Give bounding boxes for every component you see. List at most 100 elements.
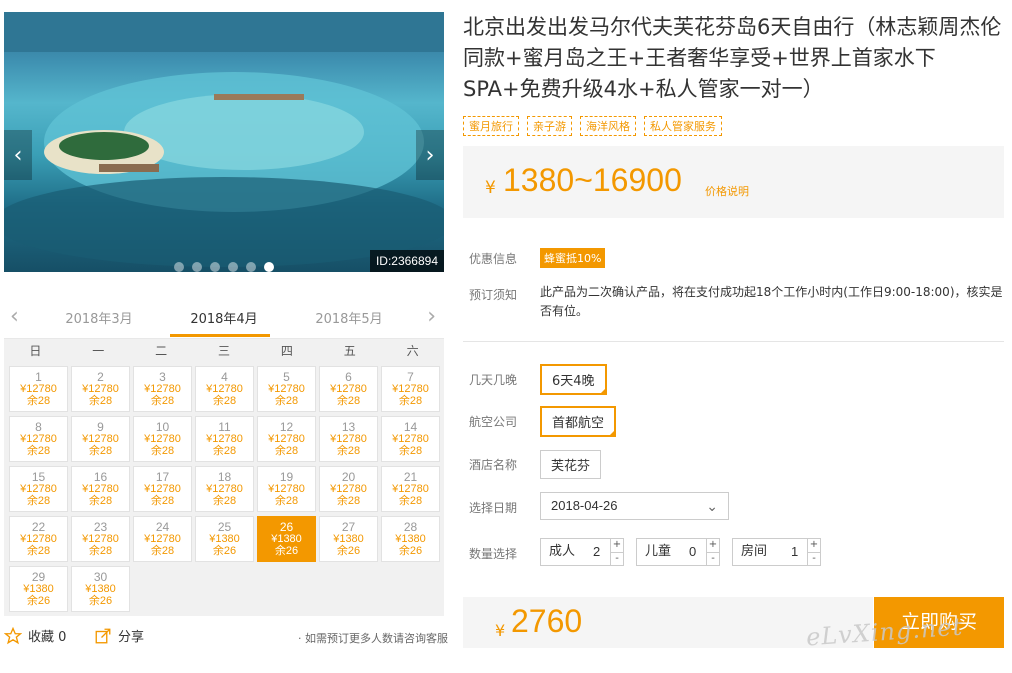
hotel-label: 酒店名称 xyxy=(469,458,518,472)
adult-value[interactable]: 2 xyxy=(593,539,600,565)
gallery-prev-button[interactable]: ‹ xyxy=(4,130,32,180)
adult-minus-button[interactable]: - xyxy=(611,552,623,565)
room-stepper[interactable]: 房间 1 + - xyxy=(732,538,821,566)
weekday-label: 日 xyxy=(29,344,42,358)
calendar-day[interactable]: 11 ¥12780 余28 xyxy=(195,416,254,462)
calendar-day[interactable]: 13 ¥12780 余28 xyxy=(319,416,378,462)
calendar-day[interactable]: 30 ¥1380 余26 xyxy=(71,566,130,612)
calendar-day-day: 17 xyxy=(155,470,170,484)
calendar-day-price: ¥1380 xyxy=(23,583,54,595)
calendar-prev-icon[interactable]: ‹ xyxy=(10,304,19,329)
calendar-day-stock: 余28 xyxy=(274,445,299,457)
calendar-grid: 1 ¥12780 余28 2 ¥12780 余28 3 ¥12780 余28 4 ¥12780 余28… xyxy=(4,362,444,616)
calendar-day[interactable]: 20 ¥12780 余28 xyxy=(319,466,378,512)
calendar-day-day: 29 xyxy=(31,570,46,584)
calendar-day-day: 9 xyxy=(97,420,104,434)
gallery-dot[interactable] xyxy=(210,262,220,272)
calendar-day[interactable]: 8 ¥12780 余28 xyxy=(9,416,68,462)
child-minus-button[interactable]: - xyxy=(707,552,719,565)
favorite-label: 收藏 0 xyxy=(28,630,67,645)
adult-stepper[interactable]: 成人 2 + - xyxy=(540,538,624,566)
hotel-option[interactable]: 芙花芬 xyxy=(540,450,602,479)
calendar-next-icon[interactable]: › xyxy=(427,304,436,329)
child-value[interactable]: 0 xyxy=(689,539,696,565)
calendar-day[interactable]: 4 ¥12780 余28 xyxy=(195,366,254,412)
calendar-day-price: ¥12780 xyxy=(20,383,57,395)
calendar-day-price: ¥12780 xyxy=(392,433,429,445)
calendar-day[interactable]: 14 ¥12780 余28 xyxy=(381,416,440,462)
calendar-day[interactable]: 21 ¥12780 余28 xyxy=(381,466,440,512)
product-tag: 私人管家服务 xyxy=(644,116,722,136)
adult-plus-button[interactable]: + xyxy=(611,539,623,552)
child-stepper[interactable]: 儿童 0 + - xyxy=(636,538,720,566)
gallery-next-button[interactable]: › xyxy=(416,130,444,180)
gallery-dot[interactable] xyxy=(174,262,184,272)
calendar-day-price: ¥12780 xyxy=(20,533,57,545)
calendar-day-day: 24 xyxy=(155,520,170,534)
calendar-day[interactable]: 28 ¥1380 余26 xyxy=(381,516,440,562)
calendar-day-price: ¥12780 xyxy=(82,533,119,545)
calendar-day-price: ¥12780 xyxy=(206,433,243,445)
calendar-day-stock: 余26 xyxy=(274,545,299,557)
calendar-day-day: 18 xyxy=(217,470,232,484)
airline-option[interactable]: 首都航空 xyxy=(540,406,617,437)
product-tag: 亲子游 xyxy=(527,116,572,136)
favorite-button[interactable]: 收藏 0 xyxy=(4,626,66,645)
calendar-day[interactable]: 12 ¥12780 余28 xyxy=(257,416,316,462)
duration-option[interactable]: 6天4晚 xyxy=(540,364,607,395)
calendar-day[interactable]: 26 ¥1380 余26 xyxy=(257,516,316,562)
room-minus-button[interactable]: - xyxy=(808,552,820,565)
gallery-dot[interactable] xyxy=(264,262,274,272)
calendar-day[interactable]: 10 ¥12780 余28 xyxy=(133,416,192,462)
calendar-current-month[interactable]: 2018年4月 xyxy=(174,308,274,327)
adult-label: 成人 xyxy=(549,544,576,559)
calendar-next-month[interactable]: 2018年5月 xyxy=(299,308,399,327)
calendar-day[interactable]: 16 ¥12780 余28 xyxy=(71,466,130,512)
calendar-weekdays: 日一二三四五六 xyxy=(4,338,444,362)
buy-now-button[interactable]: 立即购买 xyxy=(874,597,1004,648)
calendar-day[interactable]: 1 ¥12780 余28 xyxy=(9,366,68,412)
calendar-day-price: ¥12780 xyxy=(144,383,181,395)
calendar-day[interactable]: 29 ¥1380 余26 xyxy=(9,566,68,612)
calendar-day[interactable]: 27 ¥1380 余26 xyxy=(319,516,378,562)
calendar-day-day: 19 xyxy=(279,470,294,484)
date-select[interactable]: 2018-04-26 ⌄ xyxy=(540,492,729,520)
date-value: 2018-04-26 xyxy=(551,498,618,513)
adult-stepper-buttons: + - xyxy=(610,539,623,565)
gallery-dot[interactable] xyxy=(228,262,238,272)
calendar-day[interactable]: 24 ¥12780 余28 xyxy=(133,516,192,562)
calendar-day[interactable]: 19 ¥12780 余28 xyxy=(257,466,316,512)
room-value[interactable]: 1 xyxy=(791,539,798,565)
calendar-day[interactable]: 23 ¥12780 余28 xyxy=(71,516,130,562)
child-plus-button[interactable]: + xyxy=(707,539,719,552)
calendar-prev-month[interactable]: 2018年3月 xyxy=(49,308,149,327)
weekday-label: 二 xyxy=(155,344,168,358)
calendar-day-stock: 余26 xyxy=(212,545,237,557)
calendar-day[interactable]: 9 ¥12780 余28 xyxy=(71,416,130,462)
calendar-day[interactable]: 17 ¥12780 余28 xyxy=(133,466,192,512)
product-tags: 蜜月旅行 亲子游 海洋风格 私人管家服务 xyxy=(463,116,722,136)
calendar-day[interactable]: 6 ¥12780 余28 xyxy=(319,366,378,412)
calendar-day-stock: 余26 xyxy=(26,595,51,607)
consult-text[interactable]: · 如需预订更多人数请咨询客服 xyxy=(298,630,448,646)
room-plus-button[interactable]: + xyxy=(808,539,820,552)
calendar-day-day: 1 xyxy=(35,370,42,384)
product-tag: 蜜月旅行 xyxy=(463,116,519,136)
duration-label: 几天几晚 xyxy=(469,373,518,387)
calendar-day[interactable]: 7 ¥12780 余28 xyxy=(381,366,440,412)
gallery-dot[interactable] xyxy=(192,262,202,272)
calendar-day-stock: 余26 xyxy=(398,545,423,557)
share-button[interactable]: 分享 xyxy=(94,626,144,645)
calendar-day-price: ¥12780 xyxy=(330,383,367,395)
calendar-day-stock: 余28 xyxy=(26,395,51,407)
calendar-day[interactable]: 18 ¥12780 余28 xyxy=(195,466,254,512)
calendar-day-price: ¥12780 xyxy=(268,433,305,445)
price-note-link[interactable]: 价格说明 xyxy=(705,183,749,199)
calendar-day[interactable]: 5 ¥12780 余28 xyxy=(257,366,316,412)
gallery-dot[interactable] xyxy=(246,262,256,272)
calendar-day[interactable]: 22 ¥12780 余28 xyxy=(9,516,68,562)
calendar-day[interactable]: 2 ¥12780 余28 xyxy=(71,366,130,412)
calendar-day[interactable]: 25 ¥1380 余26 xyxy=(195,516,254,562)
calendar-day[interactable]: 3 ¥12780 余28 xyxy=(133,366,192,412)
calendar-day[interactable]: 15 ¥12780 余28 xyxy=(9,466,68,512)
